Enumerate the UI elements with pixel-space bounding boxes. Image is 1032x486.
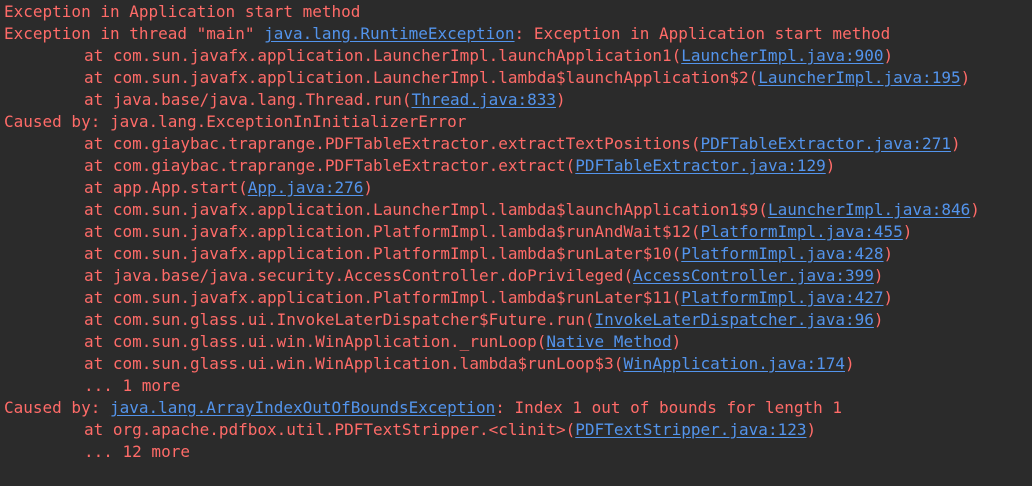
- trace-text: ): [556, 90, 566, 109]
- trace-text: ): [363, 178, 373, 197]
- trace-text: at com.sun.glass.ui.win.WinApplication._…: [84, 332, 547, 351]
- exception-line: Caused by: java.lang.ExceptionInInitiali…: [4, 111, 1032, 133]
- trace-text: ): [883, 46, 894, 65]
- trace-text: ): [970, 200, 980, 219]
- trace-text: at com.sun.javafx.application.LauncherIm…: [84, 200, 768, 219]
- stack-trace-line: at java.base/java.lang.Thread.run(Thread…: [4, 89, 1032, 111]
- stack-trace-line: at com.sun.javafx.application.PlatformIm…: [4, 243, 1032, 265]
- source-link[interactable]: PDFTableExtractor.java:271: [701, 134, 951, 153]
- trace-text: ): [873, 310, 884, 329]
- trace-text: ): [825, 156, 836, 175]
- source-link[interactable]: LauncherImpl.java:900: [681, 46, 883, 65]
- exception-line: Exception in thread "main" java.lang.Run…: [4, 23, 1032, 45]
- source-link[interactable]: LauncherImpl.java:846: [768, 200, 970, 219]
- trace-text: ): [671, 332, 682, 351]
- stack-trace-line: at java.base/java.security.AccessControl…: [4, 265, 1032, 287]
- stack-trace-line: at app.App.start(App.java:276): [4, 177, 1032, 199]
- trace-text: at org.apache.pdfbox.util.PDFTextStrippe…: [84, 420, 576, 439]
- trace-text: Exception in thread "main": [4, 24, 265, 43]
- trace-text: at com.sun.javafx.application.PlatformIm…: [84, 222, 701, 241]
- trace-text: at com.sun.glass.ui.win.WinApplication.l…: [84, 354, 624, 373]
- trace-text: ): [845, 354, 855, 373]
- source-link[interactable]: AccessController.java:399: [633, 266, 874, 285]
- source-link[interactable]: PlatformImpl.java:427: [681, 288, 883, 307]
- stack-trace-line: at com.sun.javafx.application.LauncherIm…: [4, 67, 1032, 89]
- stack-trace-line: at org.apache.pdfbox.util.PDFTextStrippe…: [4, 419, 1032, 441]
- trace-text: Caused by:: [4, 398, 110, 417]
- source-link[interactable]: LauncherImpl.java:195: [758, 68, 960, 87]
- trace-text: at app.App.start(: [84, 178, 248, 197]
- trace-text: ... 12 more: [84, 442, 190, 461]
- source-link[interactable]: PDFTableExtractor.java:129: [575, 156, 825, 175]
- stack-trace-line: at com.sun.glass.ui.win.WinApplication._…: [4, 331, 1032, 353]
- trace-text: at com.sun.glass.ui.InvokeLaterDispatche…: [84, 310, 595, 329]
- stack-trace-line: at com.giaybac.traprange.PDFTableExtract…: [4, 133, 1032, 155]
- trace-text: at com.sun.javafx.application.LauncherIm…: [84, 68, 759, 87]
- trace-text: at com.sun.javafx.application.LauncherIm…: [84, 46, 682, 65]
- trace-text: ): [950, 134, 961, 153]
- stack-trace-line: at com.sun.javafx.application.PlatformIm…: [4, 221, 1032, 243]
- source-link[interactable]: java.lang.RuntimeException: [264, 24, 514, 43]
- trace-text: ... 1 more: [84, 376, 181, 395]
- stack-trace-line: at com.sun.glass.ui.win.WinApplication.l…: [4, 353, 1032, 375]
- trace-text: Exception in Application start method: [4, 2, 361, 21]
- exception-line: Caused by: java.lang.ArrayIndexOutOfBoun…: [4, 397, 1032, 419]
- source-link[interactable]: Thread.java:833: [412, 90, 557, 109]
- trace-text: ): [806, 420, 817, 439]
- source-link[interactable]: App.java:276: [248, 178, 364, 197]
- trace-text: at java.base/java.lang.Thread.run(: [84, 90, 412, 109]
- trace-text: at com.giaybac.traprange.PDFTableExtract…: [84, 134, 701, 153]
- stack-trace-line: at com.sun.javafx.application.PlatformIm…: [4, 287, 1032, 309]
- stack-trace-line: at com.sun.glass.ui.InvokeLaterDispatche…: [4, 309, 1032, 331]
- stack-trace-line: at com.sun.javafx.application.LauncherIm…: [4, 199, 1032, 221]
- source-link[interactable]: WinApplication.java:174: [623, 354, 845, 373]
- trace-text: Caused by: java.lang.ExceptionInInitiali…: [4, 112, 467, 131]
- trace-text: ): [960, 68, 971, 87]
- console-output: Exception in Application start method Exc…: [0, 0, 1032, 486]
- source-link[interactable]: Native Method: [546, 332, 671, 351]
- trace-text: ): [883, 244, 894, 263]
- trace-text: : Exception in Application start method: [514, 24, 891, 43]
- trace-text: at java.base/java.security.AccessControl…: [84, 266, 634, 285]
- stack-trace-line: ... 12 more: [4, 441, 1032, 463]
- trace-text: ): [902, 222, 913, 241]
- exception-line: Exception in Application start method: [4, 1, 1032, 23]
- stack-trace-line: at com.giaybac.traprange.PDFTableExtract…: [4, 155, 1032, 177]
- trace-text: at com.giaybac.traprange.PDFTableExtract…: [84, 156, 576, 175]
- trace-text: : Index 1 out of bounds for length 1: [495, 398, 843, 417]
- trace-text: ): [883, 288, 894, 307]
- trace-text: ): [873, 266, 884, 285]
- source-link[interactable]: java.lang.ArrayIndexOutOfBoundsException: [110, 398, 495, 417]
- stack-trace-line: ... 1 more: [4, 375, 1032, 397]
- stack-trace-line: at com.sun.javafx.application.LauncherIm…: [4, 45, 1032, 67]
- source-link[interactable]: PlatformImpl.java:455: [701, 222, 903, 241]
- trace-text: at com.sun.javafx.application.PlatformIm…: [84, 288, 682, 307]
- source-link[interactable]: InvokeLaterDispatcher.java:96: [595, 310, 874, 329]
- trace-text: at com.sun.javafx.application.PlatformIm…: [84, 244, 682, 263]
- source-link[interactable]: PDFTextStripper.java:123: [575, 420, 806, 439]
- source-link[interactable]: PlatformImpl.java:428: [681, 244, 883, 263]
